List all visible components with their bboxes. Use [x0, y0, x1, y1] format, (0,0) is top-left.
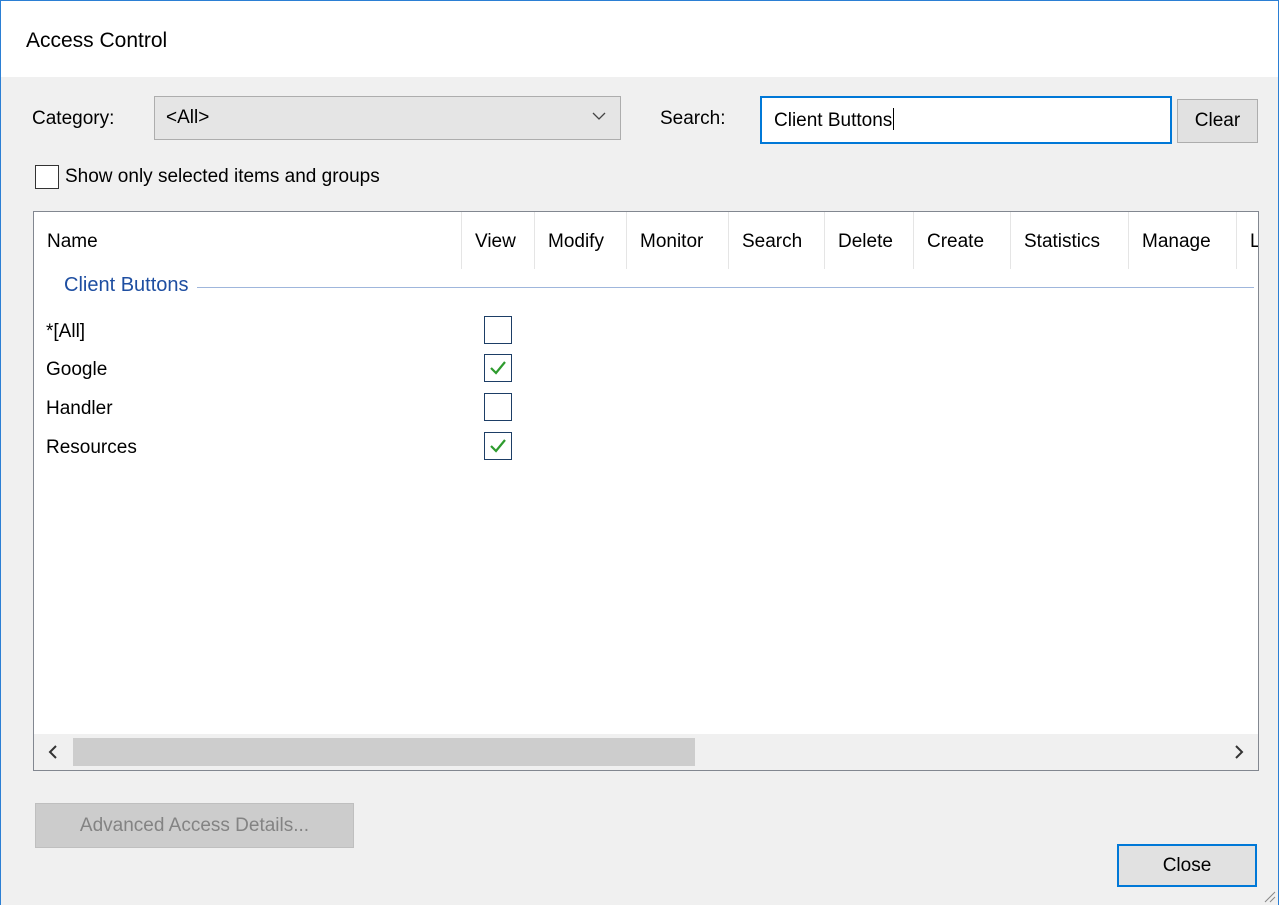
col-name[interactable]: Name	[34, 212, 462, 269]
row-name-handler: Handler	[46, 398, 113, 419]
checkmark-icon	[490, 439, 506, 453]
chevron-right-icon	[1235, 745, 1244, 759]
row-name-google: Google	[46, 359, 108, 380]
access-list[interactable]: Name View Modify Monitor Search Delete C…	[33, 211, 1259, 771]
search-value: Client Buttons	[774, 110, 893, 131]
view-checkbox-resources[interactable]	[484, 432, 512, 460]
column-header: Name View Modify Monitor Search Delete C…	[34, 212, 1258, 269]
access-control-dialog: Access Control Category: <All> Search: C…	[0, 0, 1279, 905]
col-search[interactable]: Search	[729, 212, 825, 269]
scroll-left-button[interactable]	[34, 734, 72, 770]
checkmark-icon	[490, 361, 506, 375]
title-bar: Access Control	[1, 1, 1278, 77]
scroll-thumb[interactable]	[73, 738, 695, 766]
col-modify[interactable]: Modify	[535, 212, 627, 269]
view-checkbox-google[interactable]	[484, 354, 512, 382]
category-value: <All>	[166, 107, 210, 128]
show-only-label[interactable]: Show only selected items and groups	[65, 166, 380, 188]
chevron-down-icon	[590, 107, 608, 125]
row-name-all: *[All]	[46, 321, 86, 342]
col-statistics[interactable]: Statistics	[1011, 212, 1129, 269]
category-label: Category:	[32, 108, 115, 129]
col-monitor[interactable]: Monitor	[627, 212, 729, 269]
search-label: Search:	[660, 108, 726, 129]
search-input[interactable]: Client Buttons	[760, 96, 1172, 144]
group-title: Client Buttons	[64, 274, 197, 297]
col-manage[interactable]: Manage	[1129, 212, 1237, 269]
horizontal-scrollbar[interactable]	[34, 734, 1258, 770]
text-caret	[893, 108, 895, 130]
scroll-right-button[interactable]	[1220, 734, 1258, 770]
close-button[interactable]: Close	[1117, 844, 1257, 887]
view-checkbox-all[interactable]	[484, 316, 512, 344]
col-create[interactable]: Create	[914, 212, 1011, 269]
window-title: Access Control	[26, 29, 168, 52]
group-divider	[64, 287, 1254, 288]
row-name-resources: Resources	[46, 437, 137, 458]
chevron-left-icon	[48, 745, 57, 759]
view-checkbox-handler[interactable]	[484, 393, 512, 421]
col-delete[interactable]: Delete	[825, 212, 914, 269]
show-only-checkbox[interactable]	[35, 165, 59, 189]
col-l[interactable]: L	[1237, 212, 1258, 269]
clear-button[interactable]: Clear	[1177, 99, 1258, 143]
advanced-access-details-button: Advanced Access Details...	[35, 803, 354, 848]
resize-grip-icon[interactable]	[1260, 887, 1276, 903]
col-view[interactable]: View	[462, 212, 535, 269]
category-dropdown[interactable]: <All>	[154, 96, 621, 140]
